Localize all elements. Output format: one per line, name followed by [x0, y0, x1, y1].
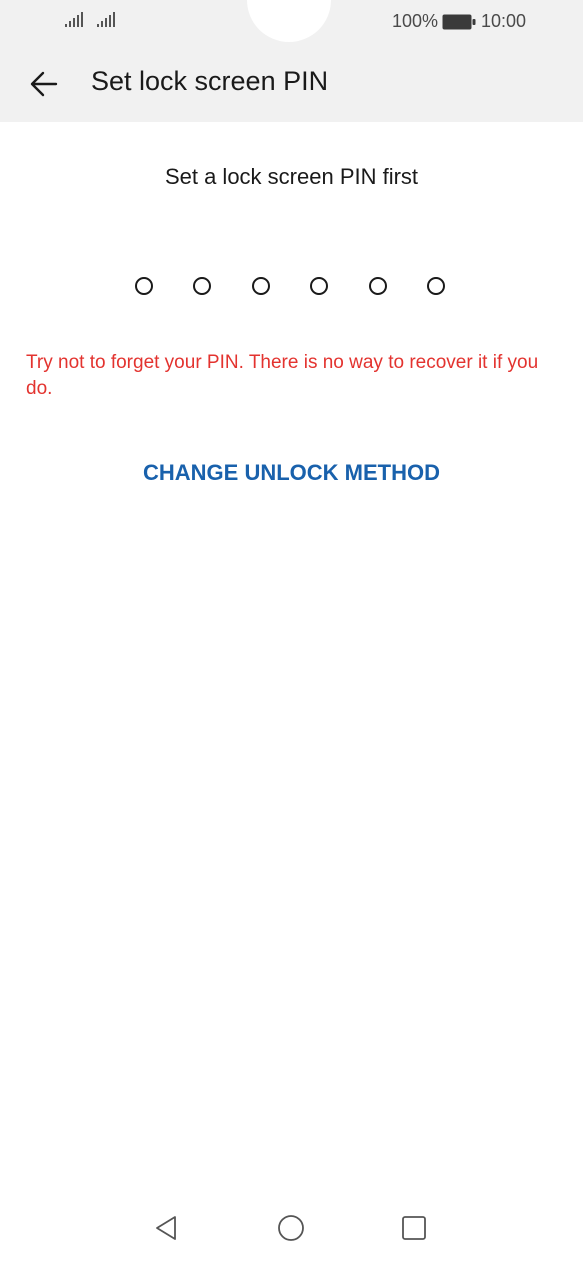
- pin-dot: [252, 277, 270, 295]
- arrow-left-icon: [30, 71, 58, 97]
- status-clock: 10:00: [481, 11, 527, 31]
- nav-recents-icon: [402, 1216, 426, 1240]
- pin-warning-text: Try not to forget your PIN. There is no …: [26, 352, 539, 399]
- signal-icon: [97, 12, 115, 27]
- pin-dot: [135, 277, 153, 295]
- pin-dot: [193, 277, 211, 295]
- battery-icon: [442, 14, 476, 30]
- battery-percent: 100%: [392, 11, 439, 31]
- nav-back-button[interactable]: [150, 1212, 182, 1244]
- pin-dot: [310, 277, 328, 295]
- nav-back-icon: [156, 1216, 176, 1240]
- pin-prompt: Set a lock screen PIN first: [164, 164, 419, 189]
- page-title: Set lock screen PIN: [91, 66, 329, 96]
- signal-icon: [65, 12, 83, 27]
- nav-recents-button[interactable]: [398, 1212, 430, 1244]
- status-bar: 100% 10:00: [0, 0, 583, 44]
- back-button[interactable]: [22, 62, 66, 106]
- nav-home-button[interactable]: [275, 1212, 307, 1244]
- pin-dot: [427, 277, 445, 295]
- nav-home-icon: [278, 1215, 304, 1241]
- pin-entry-indicator[interactable]: [135, 277, 449, 297]
- pin-dot: [369, 277, 387, 295]
- navigation-bar: [0, 1196, 583, 1264]
- change-unlock-method-button[interactable]: CHANGE UNLOCK METHOD: [0, 460, 583, 486]
